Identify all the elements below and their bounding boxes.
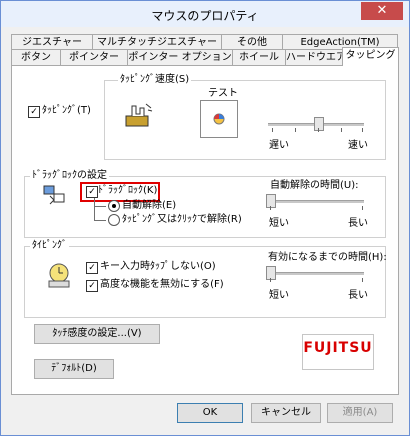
enable-time-slider[interactable] xyxy=(266,266,276,280)
auto-release-max-label: 長い xyxy=(348,218,368,229)
tapping-speed-slider[interactable] xyxy=(314,117,324,131)
test-label: テスト xyxy=(208,88,238,99)
auto-release-min-label: 短い xyxy=(269,218,289,229)
tab-tapping[interactable]: タッピング xyxy=(342,47,399,66)
tap-click-release-label: ﾀｯﾋﾟﾝｸﾞ又はｸﾘｯｸで解除(R) xyxy=(122,214,242,225)
tab-hardware[interactable]: ハードウエア xyxy=(285,49,346,66)
hand-tap-icon xyxy=(125,103,153,127)
close-button[interactable]: ✕ xyxy=(361,2,403,20)
no-tap-while-typing-label: キー入力時ﾀｯﾌﾟしない(O) xyxy=(100,261,216,272)
enable-time-label: 有効になるまでの時間(H): xyxy=(268,252,387,263)
auto-release-time-label: 自動解除の時間(U): xyxy=(270,180,359,191)
disable-advanced-checkbox[interactable]: ✓ xyxy=(86,280,98,292)
tab-pointer-options[interactable]: ポインター オプション xyxy=(127,49,233,66)
tree-connector xyxy=(94,198,95,220)
auto-release-time-track xyxy=(268,200,364,203)
tapping-checkbox-label: ﾀｯﾋﾟﾝｸﾞ(T) xyxy=(42,105,91,116)
tick xyxy=(272,128,273,132)
drag-lock-checkbox-label: ﾄﾞﾗｯｸﾞﾛｯｸ(K) xyxy=(98,185,158,196)
tick xyxy=(362,128,363,132)
tapping-speed-max-label: 速い xyxy=(348,140,368,151)
tree-connector xyxy=(94,206,106,207)
touch-sensitivity-button[interactable]: ﾀｯﾁ感度の設定...(V) xyxy=(34,324,160,344)
tick xyxy=(362,206,363,210)
tab-wheel[interactable]: ホイール xyxy=(232,49,286,66)
close-icon: ✕ xyxy=(376,3,388,18)
keyboard-timer-icon xyxy=(48,263,70,288)
auto-release-label: 自動解除(E) xyxy=(122,200,177,211)
enable-time-max-label: 長い xyxy=(348,290,368,301)
drag-lock-checkbox[interactable]: ✓ xyxy=(86,186,98,198)
enable-time-track xyxy=(268,272,364,275)
fujitsu-logo: FUJITSU xyxy=(302,334,374,370)
typing-group-label: ﾀｲﾋﾟﾝｸﾞ xyxy=(30,240,69,252)
test-target-icon xyxy=(213,113,225,125)
tick xyxy=(270,206,271,210)
tab-pointer[interactable]: ポインター xyxy=(60,49,128,66)
dialog-client: ジエスチャー マルチタッチジエスチャー その他 EdgeAction(TM) ボ… xyxy=(7,27,403,429)
tapping-checkbox[interactable]: ✓ xyxy=(28,106,40,118)
tap-click-release-radio[interactable] xyxy=(108,214,120,226)
tapping-speed-min-label: 遅い xyxy=(269,140,289,151)
fujitsu-logo-text: FUJITSU xyxy=(303,340,373,356)
drag-lock-icon xyxy=(43,185,65,205)
enable-time-min-label: 短い xyxy=(269,290,289,301)
test-area[interactable] xyxy=(200,100,238,138)
window-title: マウスのプロパティ xyxy=(151,9,259,23)
disable-advanced-label: 高度な機能を無効にする(F) xyxy=(100,279,224,290)
tick xyxy=(270,278,271,282)
ok-button[interactable]: OK xyxy=(177,403,243,423)
tick xyxy=(362,278,363,282)
cancel-button[interactable]: キャンセル xyxy=(251,403,321,423)
no-tap-while-typing-checkbox[interactable]: ✓ xyxy=(86,262,98,274)
tick xyxy=(341,128,342,132)
apply-button[interactable]: 適用(A) xyxy=(327,403,393,423)
tick xyxy=(295,128,296,132)
tapping-panel: ✓ ﾀｯﾋﾟﾝｸﾞ(T) ﾀｯﾋﾟﾝｸﾞ速度(S) テスト 遅い 速い ﾄﾞﾗｯ… xyxy=(11,65,399,395)
tab-buttons[interactable]: ボタン xyxy=(11,49,61,66)
default-button[interactable]: ﾃﾞﾌｫﾙﾄ(D) xyxy=(34,359,114,379)
tree-connector xyxy=(94,220,106,221)
tick xyxy=(318,128,319,132)
mouse-properties-window: マウスのプロパティ ✕ ジエスチャー マルチタッチジエスチャー その他 Edge… xyxy=(0,0,410,436)
tapping-speed-group-label: ﾀｯﾋﾟﾝｸﾞ速度(S) xyxy=(118,74,192,86)
drag-lock-group-label: ﾄﾞﾗｯｸﾞﾛｯｸの設定 xyxy=(30,170,109,182)
auto-release-radio[interactable] xyxy=(108,200,120,212)
title-bar: マウスのプロパティ ✕ xyxy=(1,1,409,27)
auto-release-time-slider[interactable] xyxy=(266,194,276,208)
